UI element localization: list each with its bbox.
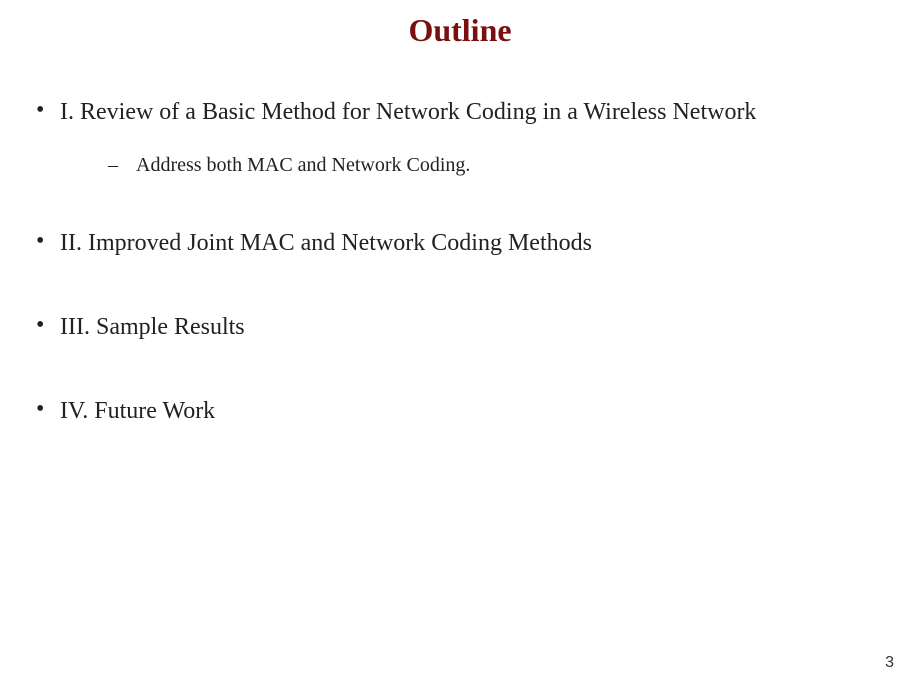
outline-item-2: • II. Improved Joint MAC and Network Cod… [30, 228, 890, 258]
dash-icon: – [108, 153, 136, 178]
bullet-icon: • [30, 312, 60, 339]
outline-item-text: I. Review of a Basic Method for Network … [60, 97, 890, 174]
outline-item-text: IV. Future Work [60, 396, 890, 426]
outline-subitem-text: Address both MAC and Network Coding. [136, 153, 890, 178]
bullet-icon: • [30, 97, 60, 124]
bullet-icon: • [30, 396, 60, 423]
outline-subitem-1-1: – Address both MAC and Network Coding. [108, 153, 890, 178]
outline-item-1-label: I. Review of a Basic Method for Network … [60, 99, 756, 125]
slide-title: Outline [0, 0, 920, 59]
page-number: 3 [885, 654, 894, 672]
outline-item-text: II. Improved Joint MAC and Network Codin… [60, 228, 890, 258]
outline-item-3: • III. Sample Results [30, 312, 890, 342]
bullet-icon: • [30, 228, 60, 255]
outline-item-1: • I. Review of a Basic Method for Networ… [30, 97, 890, 174]
outline-content: • I. Review of a Basic Method for Networ… [0, 59, 920, 426]
outline-item-text: III. Sample Results [60, 312, 890, 342]
outline-item-4: • IV. Future Work [30, 396, 890, 426]
